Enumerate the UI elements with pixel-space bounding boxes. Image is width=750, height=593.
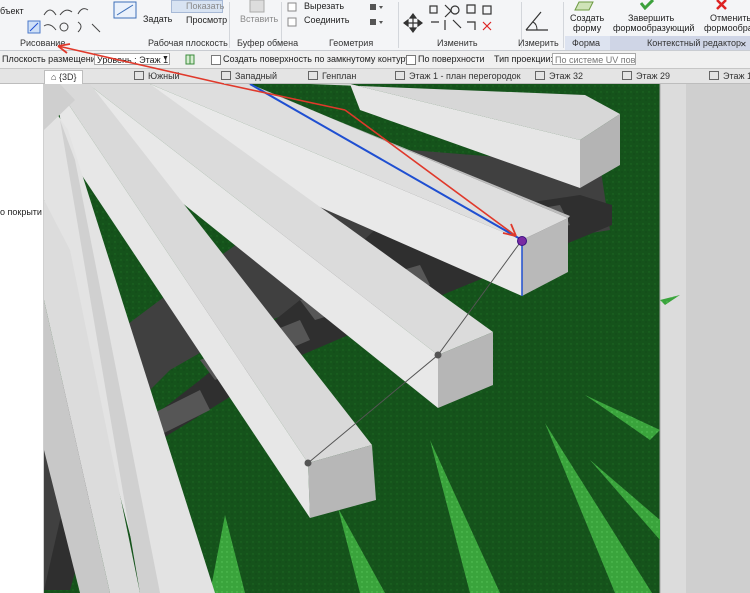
paste-button[interactable]: Вставить (240, 14, 278, 24)
placement-dropdown-icon[interactable]: ▼ (162, 55, 169, 62)
finish-check-icon (640, 0, 654, 10)
options-bar: Плоскость размещения: Уровень : Этаж 1 ▼… (0, 51, 750, 69)
panel-workplane: Рабочая плоскость (148, 38, 228, 48)
on-surface-label: По поверхности (418, 54, 485, 64)
closed-loop-checkbox[interactable] (211, 55, 221, 65)
placement-label: Плоскость размещения: (2, 54, 104, 64)
view-tab-siteplan[interactable]: Генплан (308, 70, 356, 83)
properties-panel: о покрыти (0, 84, 44, 593)
view-tab-label: Этаж 29 (636, 71, 671, 81)
panel-geometry: Геометрия (329, 38, 374, 48)
ribbon: бъект Задать Показать Просмотр Вставить … (0, 0, 750, 51)
projection-label: Тип проекции: (494, 54, 554, 64)
background-wall-side (686, 84, 750, 593)
house-icon: ⌂ (51, 72, 57, 82)
placement-select-value: Уровень : Этаж 1 (97, 55, 169, 65)
view-tab-label: Южный (148, 71, 180, 81)
panel-clipboard: Буфер обмена (237, 38, 299, 48)
ribbon-cut-label: бъект (0, 6, 24, 16)
context-editor-expand-icon[interactable]: ✕ (740, 40, 747, 49)
modify-tools[interactable] (401, 2, 519, 36)
viewport-3d[interactable] (44, 84, 750, 593)
properties-text: о покрыти (0, 207, 42, 217)
view-tab-label: Этаж 15 (723, 71, 750, 81)
panel-context-editor: Контекстный редактор (647, 38, 742, 48)
view-tab-3d[interactable]: ⌂ {3D} (44, 70, 84, 84)
plan-icon (395, 71, 405, 80)
projection-select[interactable]: По системе UV пов (552, 53, 636, 65)
show-button[interactable]: Показать (186, 1, 224, 11)
workplane-set-icon[interactable] (111, 0, 141, 22)
create-form-icon (574, 1, 594, 11)
viewer-button[interactable]: Просмотр (186, 15, 227, 25)
panel-measure: Измерить (518, 38, 559, 48)
view-tab-floor29[interactable]: Этаж 29 (622, 70, 670, 83)
create-form-button-line2[interactable]: форму (573, 23, 601, 33)
cut-button[interactable]: Вырезать (304, 1, 344, 11)
create-form-button-line1[interactable]: Создать (570, 13, 604, 23)
finish-form-line2[interactable]: формообразующий (613, 23, 694, 33)
view-tab-label: Этаж 32 (549, 71, 584, 81)
measure-tools[interactable] (523, 8, 553, 34)
view-tab-floor15[interactable]: Этаж 15 (709, 70, 750, 83)
geometry-extra-icons[interactable] (368, 2, 396, 32)
plan-icon (622, 71, 632, 80)
panel-form: Форма (572, 38, 601, 48)
on-surface-checkbox[interactable] (406, 55, 416, 65)
plan-icon (709, 71, 719, 80)
closed-loop-label: Создать поверхность по замкнутому контур… (223, 54, 410, 64)
geometry-icons (287, 2, 297, 27)
cancel-form-line2[interactable]: формообразующ (704, 23, 750, 33)
view-tab-label: Этаж 1 - план перегородок (409, 71, 521, 81)
selected-point[interactable] (517, 236, 527, 246)
view-tab-west[interactable]: Западный (221, 70, 277, 83)
view-tab-label: {3D} (58, 72, 77, 82)
elevation-icon (221, 71, 231, 80)
paste-icon (249, 0, 265, 13)
guide-point[interactable] (304, 459, 312, 467)
plan-icon (535, 71, 545, 80)
projection-select-value: По системе UV пов (555, 55, 636, 65)
placement-select[interactable]: Уровень : Этаж 1 (94, 53, 170, 65)
elevation-icon (134, 71, 144, 80)
guide-point[interactable] (434, 351, 442, 359)
scene-3d[interactable] (44, 84, 750, 593)
draw-tools-icons[interactable] (26, 4, 106, 36)
view-tab-label: Западный (235, 71, 278, 81)
view-tab-south[interactable]: Южный (134, 70, 180, 83)
panel-modify: Изменить (437, 38, 478, 48)
join-button[interactable]: Соединить (304, 15, 349, 25)
finish-form-line1[interactable]: Завершить (628, 13, 674, 23)
workplane-book-icon[interactable] (185, 54, 195, 65)
panel-draw: Рисование (20, 38, 66, 48)
view-tab-floor32[interactable]: Этаж 32 (535, 70, 583, 83)
set-button[interactable]: Задать (143, 14, 172, 24)
cancel-x-icon (716, 0, 727, 10)
plan-icon (308, 71, 318, 80)
view-tab-label: Генплан (322, 71, 357, 81)
cancel-form-line1[interactable]: Отменить (710, 13, 750, 23)
view-tab-floor1[interactable]: Этаж 1 - план перегородок (395, 70, 521, 83)
view-tab-bar: ⌂ {3D} Южный Западный Генплан Этаж 1 - п… (0, 69, 750, 84)
